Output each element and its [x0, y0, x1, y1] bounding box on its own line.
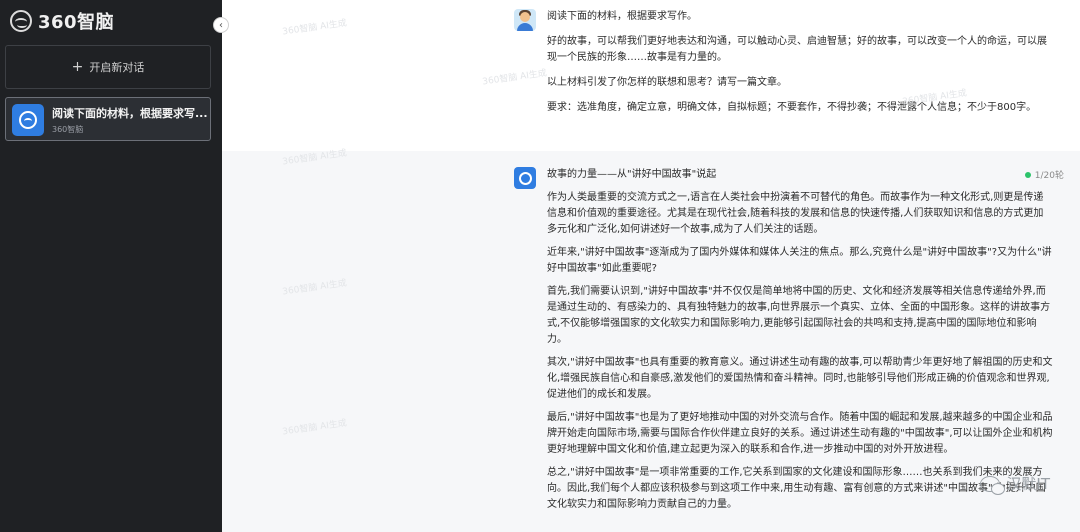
user-message: 阅读下面的材料，根据要求写作。 好的故事，可以帮我们更好地表达和沟通，可以触动心… — [547, 9, 1053, 125]
wechat-icon — [980, 475, 1006, 495]
corner-watermark-text: 汉默IT — [1006, 475, 1050, 493]
user-message-paragraph: 要求：选准角度，确定立意，明确文体，自拟标题；不要套作，不得抄袭；不得泄露个人信… — [547, 102, 1037, 113]
ai-message-paragraph: 首先,我们需要认识到,"讲好中国故事"并不仅仅是简单地将中国的历史、文化和经济发… — [547, 286, 1051, 345]
brand-name: 360智脑 — [38, 12, 115, 33]
ai-message-paragraph: 近年来,"讲好中国故事"逐渐成为了国内外媒体和媒体人关注的焦点。那么,究竟什么是… — [547, 247, 1052, 274]
user-avatar — [514, 9, 536, 31]
brand-logo[interactable]: 360智脑 — [10, 8, 114, 34]
ai-message-paragraph: 最后,"讲好中国故事"也是为了更好地推动中国的对外交流与合作。随着中国的崛起和发… — [547, 412, 1053, 455]
ai-message-title: 故事的力量——从"讲好中国故事"说起 — [547, 169, 717, 180]
ai-message-paragraph: 总之,"讲好中国故事"是一项非常重要的工作,它关系到国家的文化建设和国际形象……… — [547, 467, 1046, 510]
history-item[interactable]: 阅读下面的材料，根据要求写... 360智脑 — [5, 97, 211, 141]
brand-logo-icon — [10, 10, 32, 32]
new-chat-button[interactable]: + 开启新对话 — [5, 45, 211, 89]
new-chat-label: 开启新对话 — [89, 61, 145, 74]
ai-message-paragraph: 作为人类最重要的交流方式之一,语言在人类社会中扮演着不可替代的角色。而故事作为一… — [547, 192, 1044, 235]
360-brain-icon — [12, 104, 44, 136]
collapse-sidebar-button[interactable]: ‹ — [213, 17, 229, 33]
plus-icon: + — [71, 59, 84, 75]
chat-main: 阅读下面的材料，根据要求写作。 好的故事，可以帮我们更好地表达和沟通，可以触动心… — [222, 0, 1080, 532]
ai-message: 故事的力量——从"讲好中国故事"说起 作为人类最重要的交流方式之一,语言在人类社… — [547, 167, 1053, 520]
user-message-block: 阅读下面的材料，根据要求写作。 好的故事，可以帮我们更好地表达和沟通，可以触动心… — [222, 0, 1080, 151]
history-item-title: 阅读下面的材料，根据要求写... — [52, 107, 208, 120]
user-message-paragraph: 好的故事，可以帮我们更好地表达和沟通，可以触动心灵、启迪智慧；好的故事，可以改变… — [547, 36, 1047, 63]
history-item-subtitle: 360智脑 — [52, 125, 84, 134]
ai-message-paragraph: 其次,"讲好中国故事"也具有重要的教育意义。通过讲述生动有趣的故事,可以帮助青少… — [547, 357, 1053, 400]
corner-watermark: 汉默IT — [980, 473, 1050, 495]
ai-message-block: 1/20轮 故事的力量——从"讲好中国故事"说起 作为人类最重要的交流方式之一,… — [222, 151, 1080, 532]
ai-avatar — [514, 167, 536, 189]
user-message-paragraph: 阅读下面的材料，根据要求写作。 — [547, 11, 697, 22]
sidebar: 360智脑 + 开启新对话 阅读下面的材料，根据要求写... 360智脑 — [0, 0, 222, 532]
user-message-paragraph: 以上材料引发了你怎样的联想和思考？请写一篇文章。 — [547, 77, 787, 88]
chevron-left-icon: ‹ — [219, 19, 223, 31]
